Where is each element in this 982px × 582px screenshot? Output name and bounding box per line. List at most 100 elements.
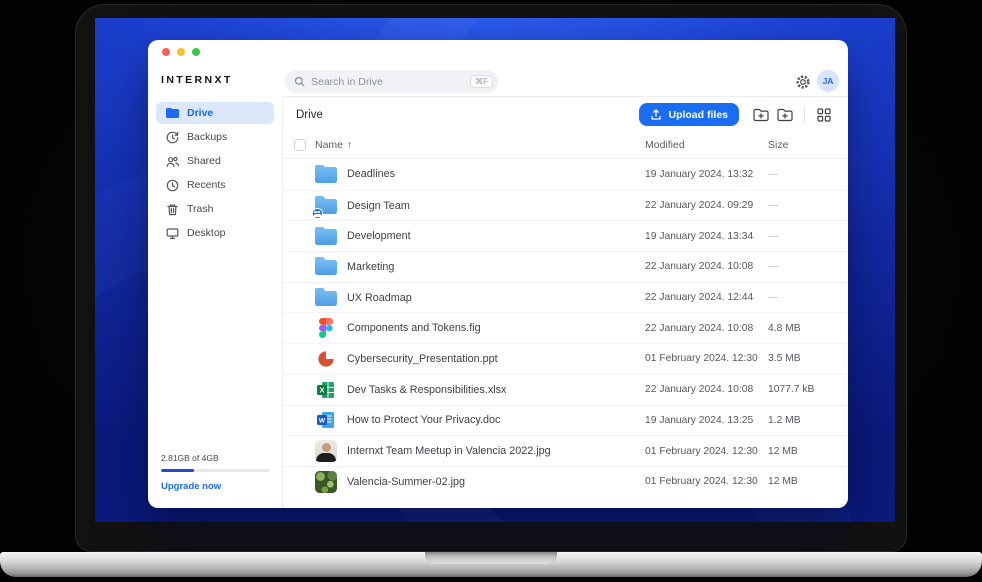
- file-name-cell: Deadlines: [315, 163, 645, 185]
- storage-widget: 2.81GB of 4GB Upgrade now: [161, 453, 270, 492]
- search-shortcut-badge: ⌘F: [470, 75, 493, 88]
- image-thumbnail: [315, 440, 337, 462]
- file-modified-cell: 01 February 2024. 12:30: [645, 446, 768, 457]
- image-thumbnail: [315, 471, 337, 493]
- file-size-cell: —: [768, 231, 838, 242]
- file-name-cell: UX Roadmap: [315, 287, 645, 309]
- table-row[interactable]: Development 19 January 2024. 13:34 —: [283, 220, 848, 251]
- grid-view-button[interactable]: [812, 103, 836, 127]
- file-size-cell: 12 MB: [768, 446, 838, 457]
- zoom-window-icon[interactable]: [192, 48, 200, 56]
- close-window-icon[interactable]: [162, 48, 170, 56]
- shared-badge-icon: [312, 208, 323, 219]
- account-avatar[interactable]: JA: [817, 70, 839, 92]
- sort-ascending-icon: ↑: [347, 139, 352, 151]
- drive-header: Drive Upload files: [283, 97, 848, 132]
- new-folder-button[interactable]: [773, 103, 797, 127]
- background: INTERNXT ⌘F JA Drive: [0, 0, 982, 582]
- minimize-window-icon[interactable]: [177, 48, 185, 56]
- file-size-cell: —: [768, 169, 838, 180]
- upgrade-link[interactable]: Upgrade now: [161, 481, 270, 492]
- backups-restore-icon: [166, 131, 179, 144]
- table-row[interactable]: Design Team 22 January 2024. 09:29 —: [283, 190, 848, 221]
- folder-icon: [315, 225, 337, 247]
- file-modified-cell: 22 January 2024. 09:29: [645, 200, 768, 211]
- sidebar-item-desktop[interactable]: Desktop: [156, 222, 274, 244]
- file-name-cell: Components and Tokens.fig: [315, 317, 645, 339]
- column-header-modified[interactable]: Modified: [645, 139, 768, 151]
- storage-progress-bar: [161, 469, 270, 472]
- file-size-cell: 4.8 MB: [768, 323, 838, 334]
- svg-text:X: X: [319, 385, 324, 394]
- search-input[interactable]: [311, 76, 470, 88]
- table-row[interactable]: Valencia-Summer-02.jpg 01 February 2024.…: [283, 466, 848, 497]
- file-modified-cell: 22 January 2024. 10:08: [645, 323, 768, 334]
- folder-icon: [166, 108, 179, 119]
- table-row[interactable]: W How to Protect Your Privacy.doc 19 Jan…: [283, 405, 848, 436]
- window-topbar: INTERNXT ⌘F JA: [148, 40, 848, 96]
- table-row[interactable]: X Dev Tasks & Responsibilities.xlsx 22 J…: [283, 374, 848, 405]
- upload-folder-icon: [753, 108, 769, 122]
- shared-people-icon: [166, 155, 179, 168]
- table-row[interactable]: Marketing 22 January 2024. 10:08 —: [283, 251, 848, 282]
- main-panel: Drive Upload files: [283, 96, 848, 508]
- desktop-monitor-icon: [166, 227, 179, 240]
- powerpoint-file-icon: [315, 348, 337, 370]
- internxt-logo: INTERNXT: [161, 74, 233, 86]
- file-modified-cell: 22 January 2024. 10:08: [645, 261, 768, 272]
- sidebar-item-drive[interactable]: Drive: [156, 102, 274, 124]
- new-folder-icon: [777, 108, 793, 122]
- file-modified-cell: 01 February 2024. 12:30: [645, 476, 768, 487]
- upload-arrow-icon: [650, 109, 662, 121]
- file-name-cell: Cybersecurity_Presentation.ppt: [315, 348, 645, 370]
- table-row[interactable]: UX Roadmap 22 January 2024. 12:44 —: [283, 282, 848, 313]
- sidebar-item-recents[interactable]: Recents: [156, 174, 274, 196]
- file-name-cell: Design Team: [315, 195, 645, 217]
- upload-files-button[interactable]: Upload files: [639, 103, 739, 126]
- storage-usage-label: 2.81GB of 4GB: [161, 453, 270, 463]
- column-header-size[interactable]: Size: [768, 139, 838, 151]
- trash-icon: [166, 203, 179, 216]
- gear-icon: [795, 74, 811, 90]
- file-size-cell: 3.5 MB: [768, 353, 838, 364]
- sidebar-item-trash[interactable]: Trash: [156, 198, 274, 220]
- sidebar-item-backups[interactable]: Backups: [156, 126, 274, 148]
- file-size-cell: 1.2 MB: [768, 415, 838, 426]
- file-modified-cell: 22 January 2024. 10:08: [645, 384, 768, 395]
- laptop-base: [0, 552, 982, 577]
- settings-button[interactable]: [794, 73, 811, 90]
- table-header: Name ↑ Modified Size: [283, 132, 848, 158]
- table-row[interactable]: Components and Tokens.fig 22 January 202…: [283, 312, 848, 343]
- sidebar-item-shared[interactable]: Shared: [156, 150, 274, 172]
- figma-file-icon: [315, 317, 337, 339]
- file-modified-cell: 01 February 2024. 12:30: [645, 353, 768, 364]
- select-all-checkbox[interactable]: [294, 139, 306, 151]
- table-row[interactable]: Internxt Team Meetup in Valencia 2022.jp…: [283, 435, 848, 466]
- toolbar-divider: [804, 107, 805, 123]
- search-icon: [294, 76, 305, 87]
- table-row[interactable]: Cybersecurity_Presentation.ppt 01 Februa…: [283, 343, 848, 374]
- table-row[interactable]: Deadlines 19 January 2024. 13:32 —: [283, 159, 848, 190]
- traffic-lights: [162, 48, 200, 56]
- file-name-cell: Development: [315, 225, 645, 247]
- shared-folder-icon: [315, 195, 337, 217]
- file-modified-cell: 22 January 2024. 12:44: [645, 292, 768, 303]
- search-bar[interactable]: ⌘F: [285, 70, 498, 93]
- file-name-cell: X Dev Tasks & Responsibilities.xlsx: [315, 379, 645, 401]
- file-name-cell: W How to Protect Your Privacy.doc: [315, 409, 645, 431]
- file-size-cell: —: [768, 200, 838, 211]
- word-file-icon: W: [315, 409, 337, 431]
- folder-icon: [315, 287, 337, 309]
- file-modified-cell: 19 January 2024. 13:34: [645, 231, 768, 242]
- recents-clock-icon: [166, 179, 179, 192]
- breadcrumb[interactable]: Drive: [296, 109, 323, 121]
- excel-file-icon: X: [315, 379, 337, 401]
- folder-icon: [315, 163, 337, 185]
- internxt-drive-window: INTERNXT ⌘F JA Drive: [148, 40, 848, 508]
- column-header-name[interactable]: Name ↑: [315, 139, 645, 151]
- file-modified-cell: 19 January 2024. 13:32: [645, 169, 768, 180]
- file-name-cell: Marketing: [315, 256, 645, 278]
- upload-folder-button[interactable]: [749, 103, 773, 127]
- file-size-cell: 12 MB: [768, 476, 838, 487]
- file-table-body: Deadlines 19 January 2024. 13:32 — Desig…: [283, 158, 848, 497]
